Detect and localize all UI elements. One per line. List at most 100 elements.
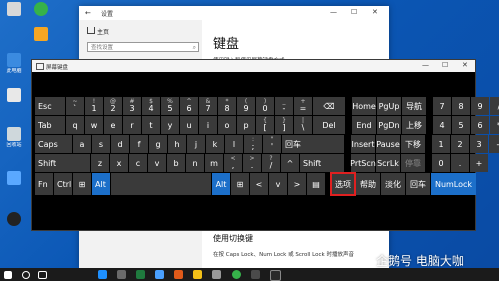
settings-taskbar-icon[interactable] (212, 270, 221, 279)
alt-right-key[interactable]: Alt (212, 173, 230, 195)
g-key[interactable]: g (149, 135, 167, 153)
wechat-desktop-icon[interactable] (30, 2, 52, 17)
backslash-key[interactable]: | \ (294, 116, 312, 134)
alt-left-key[interactable]: Alt (92, 173, 110, 195)
nav-key[interactable]: 导航 (402, 97, 426, 115)
app-icon-2[interactable] (136, 270, 145, 279)
scrlk-key[interactable]: ScrLk (376, 154, 400, 172)
nummultiply-key[interactable]: * (490, 116, 499, 134)
app-icon-1[interactable] (117, 270, 126, 279)
o-key[interactable]: o (218, 116, 236, 134)
p-key[interactable]: p (237, 116, 255, 134)
pgup-key[interactable]: PgUp (377, 97, 401, 115)
4-key[interactable]: $4 (142, 97, 160, 115)
down-arrow-key[interactable]: v (269, 173, 287, 195)
home-link[interactable]: 主页 (97, 27, 109, 36)
9-key[interactable]: (9 (237, 97, 255, 115)
num9-key[interactable]: 9 (471, 97, 489, 115)
shift-right-key[interactable]: Shift (300, 154, 344, 172)
t-key[interactable]: t (142, 116, 160, 134)
minimize-icon[interactable]: — (330, 8, 337, 16)
search-icon[interactable] (22, 271, 30, 279)
7-key[interactable]: & 7 (199, 97, 217, 115)
recycle-bin-icon[interactable]: 回收站 (3, 127, 25, 148)
network-icon[interactable] (3, 88, 25, 103)
numdot-key[interactable]: . (451, 154, 469, 172)
osk-maximize-icon[interactable]: ☐ (442, 61, 448, 69)
d-key[interactable]: d (111, 135, 129, 153)
numminus-key[interactable]: - (489, 135, 499, 153)
comma-key[interactable]: <, (224, 154, 242, 172)
app-icon-5[interactable] (251, 270, 260, 279)
semicolon-key[interactable]: :; (244, 135, 262, 153)
x-key[interactable]: x (110, 154, 128, 172)
desktop-icon-1[interactable] (3, 2, 25, 17)
num0-key[interactable]: 0 (432, 154, 450, 172)
y-key[interactable]: y (161, 116, 179, 134)
u-key[interactable]: u (180, 116, 198, 134)
z-key[interactable]: z (91, 154, 109, 172)
dock-key[interactable]: 停靠 (401, 154, 425, 172)
q-key[interactable]: q (66, 116, 84, 134)
numdivide-key[interactable]: / (490, 97, 499, 115)
minus-key[interactable]: _ - (275, 97, 293, 115)
down-move-key[interactable]: 下移 (401, 135, 425, 153)
i-key[interactable]: i (199, 116, 217, 134)
l-key[interactable]: l (225, 135, 243, 153)
3-key[interactable]: #3 (123, 97, 141, 115)
maximize-icon[interactable]: ☐ (351, 8, 357, 16)
num1-key[interactable]: 1 (432, 135, 450, 153)
a-key[interactable]: a (73, 135, 91, 153)
desktop-icon-app[interactable] (3, 171, 25, 186)
num-enter-key[interactable]: 回车 (406, 173, 430, 195)
w-key[interactable]: w (85, 116, 103, 134)
numlock-key[interactable]: NumLock (431, 173, 476, 195)
app-icon-4[interactable] (174, 270, 183, 279)
num6-key[interactable]: 6 (471, 116, 489, 134)
pause-key[interactable]: Pause (376, 135, 400, 153)
quote-key[interactable]: " ' (263, 135, 281, 153)
edge-icon[interactable] (98, 270, 107, 279)
1-key[interactable]: ! 1 (85, 97, 103, 115)
start-icon[interactable] (4, 271, 12, 279)
task-view-icon[interactable] (38, 271, 47, 279)
menu-key[interactable]: ▤ (307, 173, 325, 195)
tab-key[interactable]: Tab (35, 116, 65, 134)
num2-key[interactable]: 2 (451, 135, 469, 153)
shift-left-key[interactable]: Shift (35, 154, 90, 172)
options-key[interactable]: 选项 (330, 172, 356, 196)
num4-key[interactable]: 4 (433, 116, 451, 134)
8-key[interactable]: * 8 (218, 97, 236, 115)
j-key[interactable]: j (187, 135, 205, 153)
num5-key[interactable]: 5 (452, 116, 470, 134)
num7-key[interactable]: 7 (433, 97, 451, 115)
equals-key[interactable]: + = (294, 97, 312, 115)
k-key[interactable]: k (206, 135, 224, 153)
wechat-taskbar-icon[interactable] (232, 270, 241, 279)
backspace-key[interactable]: ⌫ (313, 97, 345, 115)
left-arrow-key[interactable]: < (250, 173, 268, 195)
slash-key[interactable]: ? / (262, 154, 280, 172)
prtscn-key[interactable]: PrtScn (350, 154, 376, 172)
v-key[interactable]: v (148, 154, 166, 172)
0-key[interactable]: ) 0 (256, 97, 274, 115)
insert-key[interactable]: Insert (351, 135, 375, 153)
lbracket-key[interactable]: {[ (256, 116, 274, 134)
h-key[interactable]: h (168, 135, 186, 153)
f-key[interactable]: f (130, 135, 148, 153)
n-key[interactable]: n (186, 154, 204, 172)
num3-key[interactable]: 3 (470, 135, 488, 153)
pgdn-key[interactable]: PgDn (377, 116, 401, 134)
rbracket-key[interactable]: }] (275, 116, 293, 134)
this-pc-icon[interactable]: 此电脑 (3, 53, 25, 74)
settings-search-input[interactable]: 查找设置 ⌕ (87, 42, 199, 52)
close-icon[interactable]: ✕ (372, 8, 378, 16)
caps-key[interactable]: Caps (35, 135, 72, 153)
esc-key[interactable]: Esc (35, 97, 65, 115)
s-key[interactable]: s (92, 135, 110, 153)
osk-minimize-icon[interactable]: — (422, 61, 429, 69)
help-key[interactable]: 帮助 (356, 173, 380, 195)
ctrl-key[interactable]: Ctrl (54, 173, 72, 195)
del-key[interactable]: Del (313, 116, 345, 134)
app-icon-3[interactable] (155, 270, 164, 279)
